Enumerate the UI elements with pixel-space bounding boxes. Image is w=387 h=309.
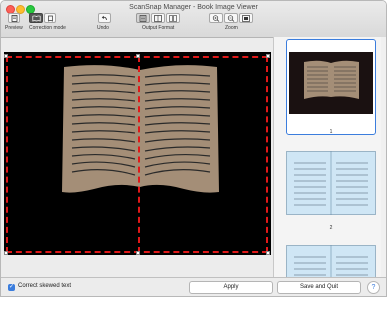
split-pages-icon xyxy=(169,14,177,22)
undo-arrow-icon xyxy=(101,15,107,20)
thumbnail-page-2[interactable]: 2 xyxy=(286,151,376,231)
output-spread-button[interactable] xyxy=(151,13,165,23)
crop-handle-bottom-left[interactable] xyxy=(4,251,8,255)
output-format-label: Output Format xyxy=(142,25,175,31)
crop-outline[interactable] xyxy=(6,56,268,253)
thumbnail-page-3-image xyxy=(286,245,376,277)
output-split-button[interactable] xyxy=(166,13,180,23)
fit-window-icon xyxy=(242,14,250,22)
titlebar: ScanSnap Manager - Book Image Viewer Pre… xyxy=(1,1,386,38)
page-shape-icon xyxy=(47,15,53,22)
window-title: ScanSnap Manager - Book Image Viewer xyxy=(129,4,258,11)
undo-label: Undo xyxy=(97,25,109,31)
preview-label: Preview xyxy=(5,25,23,31)
single-page-icon xyxy=(139,14,147,22)
two-page-icon xyxy=(154,14,162,22)
undo-toolbar-group xyxy=(98,13,112,25)
fit-to-window-button[interactable] xyxy=(239,13,253,23)
save-and-quit-button[interactable]: Save and Quit xyxy=(277,281,361,294)
crop-handle-top-left[interactable] xyxy=(4,54,8,58)
book-image-viewer-window: ScanSnap Manager - Book Image Viewer Pre… xyxy=(0,0,387,297)
crop-handle-top-right[interactable] xyxy=(266,54,270,58)
preview-button[interactable] xyxy=(8,13,20,23)
output-single-page-button[interactable] xyxy=(136,13,150,23)
crop-handle-bottom-middle[interactable] xyxy=(136,251,140,255)
thumbnail-page-2-label: 2 xyxy=(329,225,333,231)
zoom-label: Zoom xyxy=(225,25,238,31)
correct-skewed-text-label: Correct skewed text xyxy=(18,283,72,289)
thumbnail-page-2-image xyxy=(286,151,376,215)
zoom-out-button[interactable] xyxy=(224,13,238,23)
preview-icon xyxy=(11,14,17,22)
mode-toolbar-group xyxy=(8,13,57,25)
correct-skewed-text-checkbox[interactable]: ✓ xyxy=(8,284,15,291)
zoom-out-icon xyxy=(227,14,235,22)
thumbnail-page-1-label: 1 xyxy=(329,129,333,135)
thumbnail-book-image xyxy=(304,60,359,99)
crop-handle-top-middle[interactable] xyxy=(136,54,140,58)
thumbnail-image xyxy=(289,52,373,114)
crop-handle-bottom-right[interactable] xyxy=(266,251,270,255)
zoom-group xyxy=(209,13,254,25)
sidebar-scrollbar[interactable] xyxy=(381,37,386,277)
page-thumbnail-sidebar: 1 2 xyxy=(273,37,386,277)
undo-button[interactable] xyxy=(98,13,111,23)
correction-mode-button[interactable] xyxy=(29,13,43,23)
help-button[interactable]: ? xyxy=(367,281,380,294)
thumbnail-page-1[interactable]: 1 xyxy=(286,39,376,135)
correction-secondary-button[interactable] xyxy=(44,13,56,23)
correction-mode-label: Correction mode xyxy=(29,25,66,31)
zoom-in-button[interactable] xyxy=(209,13,223,23)
thumbnail-page-3[interactable] xyxy=(286,245,376,277)
output-format-group xyxy=(136,13,181,25)
bottom-bar: ✓ Correct skewed text Apply Save and Qui… xyxy=(1,277,386,296)
page-split-line[interactable] xyxy=(138,56,140,253)
book-correction-icon xyxy=(31,15,41,22)
apply-button[interactable]: Apply xyxy=(189,281,273,294)
zoom-in-icon xyxy=(212,14,220,22)
